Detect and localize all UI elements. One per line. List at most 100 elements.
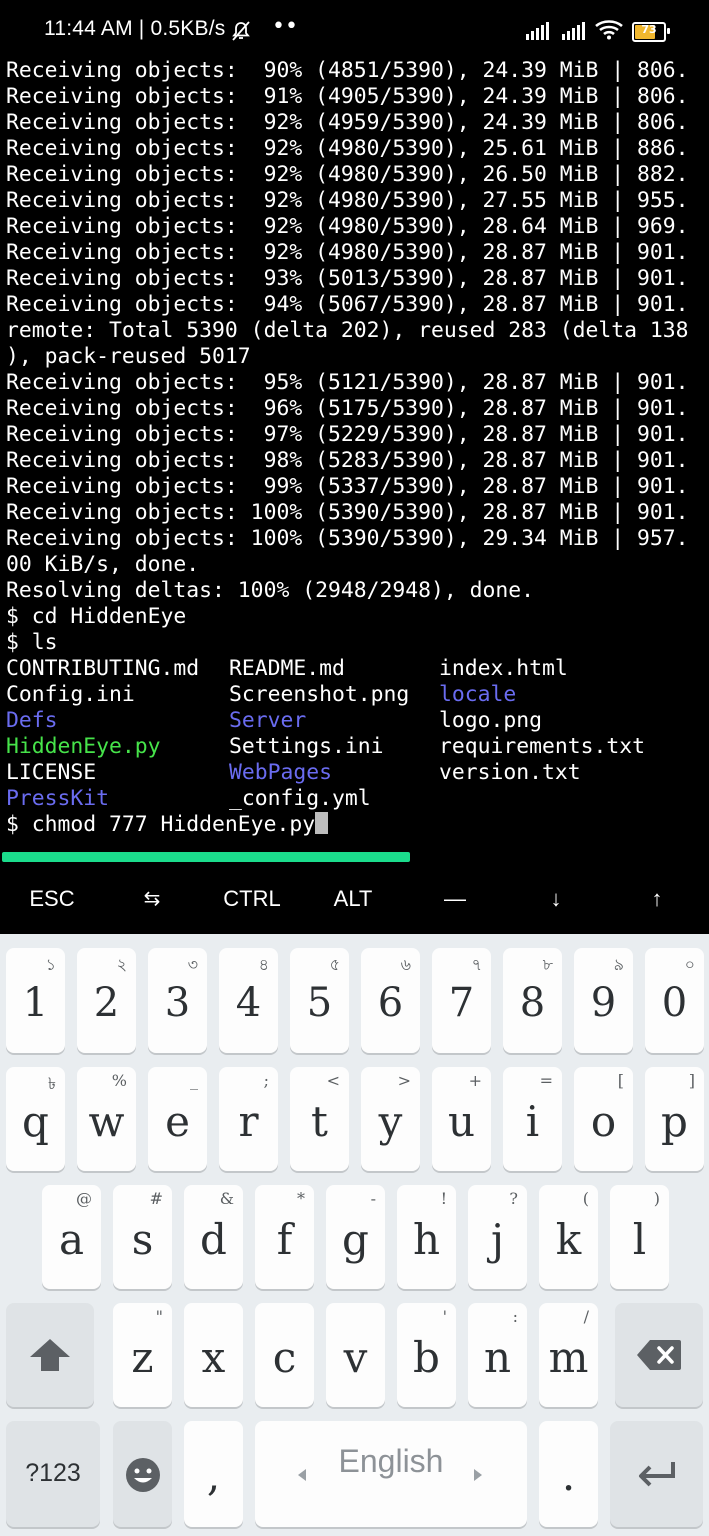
symbols-key[interactable]: ?123	[6, 1421, 100, 1527]
key-k[interactable]: (k	[539, 1185, 598, 1289]
enter-icon	[637, 1459, 677, 1493]
key-1[interactable]: ১1	[6, 948, 65, 1053]
more-notifications-icon: ••	[272, 14, 298, 39]
terminal-line: Receiving objects: 99% (5337/5390), 28.8…	[6, 474, 689, 499]
terminal-line: Receiving objects: 91% (4905/5390), 24.3…	[6, 84, 689, 109]
ls-file: _config.yml	[229, 786, 371, 811]
key-q[interactable]: ৳ q	[6, 1067, 65, 1171]
status-bar: 11:44 AM | 0.5KB/s •• 73	[0, 0, 709, 60]
soft-keyboard: ১1 ২2 ৩3 ৪4 ৫5 ৬6 ৭7 ৮8 ৯9 ০0 ৳ q % w _ e ;…	[0, 934, 709, 1536]
key-j[interactable]: ? j	[468, 1185, 527, 1289]
key-v[interactable]: v	[326, 1303, 385, 1407]
terminal-selection-bar[interactable]	[2, 852, 410, 862]
terminal-line: Receiving objects: 92% (4980/5390), 28.6…	[6, 214, 689, 239]
terminal-line: Receiving objects: 100% (5390/5390), 29.…	[6, 526, 689, 551]
key-i[interactable]: = i	[503, 1067, 562, 1171]
key-9[interactable]: ৯9	[574, 948, 633, 1053]
arrow-up-key[interactable]: ↑	[617, 868, 697, 934]
key-u[interactable]: + u	[432, 1067, 491, 1171]
battery-level: 73	[641, 23, 657, 36]
terminal-line: Receiving objects: 92% (4980/5390), 28.8…	[6, 240, 689, 265]
terminal-line: $ ls	[6, 630, 58, 655]
signal-2-icon	[560, 20, 588, 44]
space-bar[interactable]: English	[255, 1421, 527, 1527]
ctrl-key[interactable]: CTRL	[212, 868, 292, 934]
esc-key[interactable]: ESC	[12, 868, 92, 934]
key-t[interactable]: < t	[290, 1067, 349, 1171]
key-m[interactable]: / m	[539, 1303, 598, 1407]
key-a[interactable]: @ a	[42, 1185, 101, 1289]
backspace-icon	[636, 1339, 682, 1375]
key-d[interactable]: & d	[184, 1185, 243, 1289]
tab-key[interactable]: ⇆	[112, 868, 192, 934]
ls-file: requirements.txt	[439, 734, 646, 759]
key-g[interactable]: -g	[326, 1185, 385, 1289]
key-7[interactable]: ৭7	[432, 948, 491, 1053]
key-s[interactable]: # s	[113, 1185, 172, 1289]
ls-directory: PressKit	[6, 786, 110, 811]
key-8[interactable]: ৮8	[503, 948, 562, 1053]
shift-key[interactable]	[6, 1303, 94, 1407]
key-y[interactable]: > y	[361, 1067, 420, 1171]
terminal-line: Receiving objects: 93% (5013/5390), 28.8…	[6, 266, 689, 291]
ls-directory: Defs	[6, 708, 58, 733]
emoji-icon	[124, 1456, 162, 1498]
command-prompt[interactable]: $ chmod 777 HiddenEye.py	[6, 812, 329, 838]
ls-file: LICENSE	[6, 760, 97, 785]
terminal-line: Receiving objects: 98% (5283/5390), 28.8…	[6, 448, 689, 473]
terminal-output[interactable]: Receiving objects: 90% (4851/5390), 24.3…	[0, 58, 709, 858]
key-2[interactable]: ২2	[77, 948, 136, 1053]
period-key[interactable]: .	[539, 1421, 598, 1527]
ls-file: Config.ini	[6, 682, 135, 707]
dash-key[interactable]: —	[415, 868, 495, 934]
terminal-line: $ cd HiddenEye	[6, 604, 187, 629]
key-p[interactable]: ] p	[645, 1067, 704, 1171]
enter-key[interactable]	[610, 1421, 703, 1527]
key-r[interactable]: ; r	[219, 1067, 278, 1171]
key-l[interactable]: ) l	[610, 1185, 669, 1289]
key-o[interactable]: [o	[574, 1067, 633, 1171]
extra-keys-bar: ESC ⇆ CTRL ALT — ↓ ↑	[0, 868, 709, 934]
text-cursor	[315, 812, 329, 834]
key-c[interactable]: c	[255, 1303, 314, 1407]
ls-file: index.html	[439, 656, 568, 681]
shift-arrow-icon	[28, 1337, 72, 1377]
terminal-line: Receiving objects: 92% (4980/5390), 27.5…	[6, 188, 689, 213]
terminal-line: 00 KiB/s, done.	[6, 552, 200, 577]
key-f[interactable]: * f	[255, 1185, 314, 1289]
key-3[interactable]: ৩3	[148, 948, 207, 1053]
terminal-line: Receiving objects: 92% (4980/5390), 26.5…	[6, 162, 689, 187]
terminal-line: Receiving objects: 94% (5067/5390), 28.8…	[6, 292, 689, 317]
key-5[interactable]: ৫5	[290, 948, 349, 1053]
terminal-line: remote: Total 5390 (delta 202), reused 2…	[6, 318, 689, 343]
key-x[interactable]: x	[184, 1303, 243, 1407]
comma-key[interactable]: ,	[184, 1421, 243, 1527]
key-h[interactable]: ! h	[397, 1185, 456, 1289]
key-z[interactable]: " z	[113, 1303, 172, 1407]
arrow-down-key[interactable]: ↓	[516, 868, 596, 934]
emoji-key[interactable]	[113, 1421, 172, 1527]
backspace-key[interactable]	[615, 1303, 703, 1407]
battery-icon: 73	[632, 22, 670, 42]
key-e[interactable]: _ e	[148, 1067, 207, 1171]
key-4[interactable]: ৪4	[219, 948, 278, 1053]
ls-file: logo.png	[439, 708, 543, 733]
terminal-line: Resolving deltas: 100% (2948/2948), done…	[6, 578, 535, 603]
terminal-line: Receiving objects: 100% (5390/5390), 28.…	[6, 500, 689, 525]
terminal-line: Receiving objects: 96% (5175/5390), 28.8…	[6, 396, 689, 421]
mute-bell-icon	[230, 20, 252, 46]
key-n[interactable]: :n	[468, 1303, 527, 1407]
key-w[interactable]: % w	[77, 1067, 136, 1171]
alt-key[interactable]: ALT	[313, 868, 393, 934]
status-time: 11:44 AM | 0.5KB/s	[44, 17, 226, 40]
terminal-line: Receiving objects: 92% (4959/5390), 24.3…	[6, 110, 689, 135]
terminal-line: Receiving objects: 92% (4980/5390), 25.6…	[6, 136, 689, 161]
key-0[interactable]: ০0	[645, 948, 704, 1053]
ls-directory: locale	[439, 682, 517, 707]
space-language-label: English	[338, 1443, 444, 1479]
key-b[interactable]: ' b	[397, 1303, 456, 1407]
key-6[interactable]: ৬6	[361, 948, 420, 1053]
ls-file: Settings.ini	[229, 734, 384, 759]
ls-file: Screenshot.png	[229, 682, 410, 707]
ls-directory: Server	[229, 708, 307, 733]
